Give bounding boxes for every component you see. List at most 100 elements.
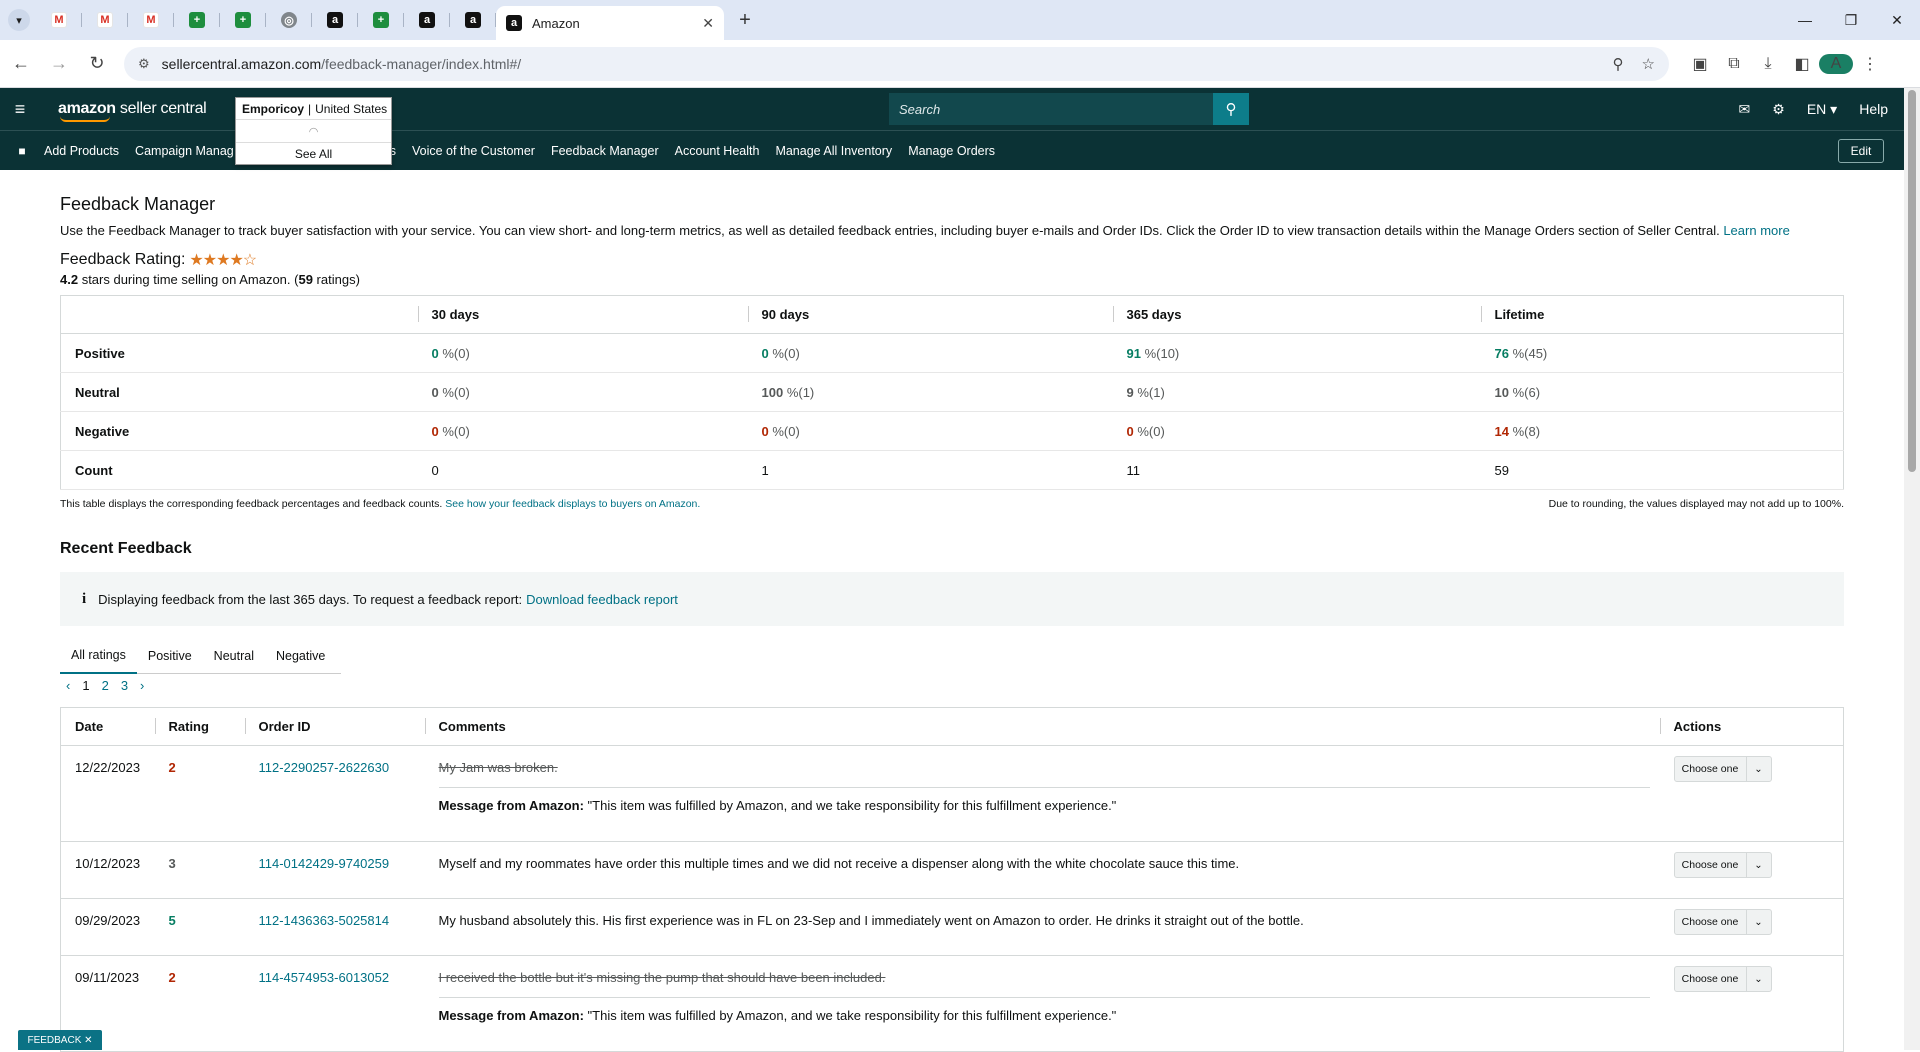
feedback-comment-cell: My husband absolutely this. His first ex… xyxy=(424,898,1660,956)
tab-positive[interactable]: Positive xyxy=(137,638,203,674)
feedback-col-header: Order ID xyxy=(244,707,425,746)
browser-menu-icon[interactable]: ⋮ xyxy=(1853,54,1887,74)
edit-nav-button[interactable]: Edit xyxy=(1838,139,1884,163)
tab-search-chevron-icon[interactable]: ▾ xyxy=(8,9,30,31)
metrics-count: %(6) xyxy=(1508,384,1541,400)
header-right-tools: ✉ ⚙ EN ▾ Help xyxy=(1739,88,1888,130)
metrics-cell: 0 %(0) xyxy=(417,372,748,412)
choose-one-dropdown[interactable]: Choose one ⌄ xyxy=(1673,966,1772,992)
learn-more-link[interactable]: Learn more xyxy=(1723,223,1789,238)
seller-central-logo[interactable]: amazon seller central xyxy=(58,100,207,122)
close-tab-icon[interactable]: ✕ xyxy=(702,15,714,32)
order-id-link[interactable]: 114-4574953-6013052 xyxy=(259,970,390,985)
pinned-tab[interactable]: a xyxy=(404,0,450,40)
back-arrow-icon[interactable]: ← xyxy=(4,53,38,74)
pinned-tab[interactable]: M xyxy=(36,0,82,40)
forward-arrow-icon[interactable]: → xyxy=(42,53,76,74)
search-input[interactable] xyxy=(889,93,1213,125)
omnibox[interactable]: ⚙ sellercentral.amazon.com/feedback-mana… xyxy=(124,46,1669,81)
account-current[interactable]: Emporicoy | United States xyxy=(236,98,391,120)
star-filled-icon: ★ xyxy=(202,252,217,269)
mail-icon[interactable]: ✉ xyxy=(1739,101,1751,118)
feedback-comment: I received the bottle but it's missing t… xyxy=(438,970,886,985)
tab-all-ratings[interactable]: All ratings xyxy=(60,638,137,674)
feedback-widget-tab[interactable]: FEEDBACK ✕ xyxy=(18,1030,102,1050)
pinned-tab[interactable]: M xyxy=(82,0,128,40)
language-selector[interactable]: EN ▾ xyxy=(1807,101,1837,118)
pinned-tab[interactable]: + xyxy=(358,0,404,40)
side-panel-icon[interactable]: ◧ xyxy=(1785,54,1819,74)
search-icon[interactable]: ⚲ xyxy=(1213,93,1249,125)
nav-account-health[interactable]: Account Health xyxy=(675,144,760,158)
pinned-tab[interactable]: a xyxy=(312,0,358,40)
metrics-cell: 91 %(10) xyxy=(1112,333,1481,373)
extensions-puzzle-icon[interactable]: ⧉ xyxy=(1717,55,1751,73)
page-link[interactable]: 2 xyxy=(102,678,109,693)
metrics-value: 100 xyxy=(761,384,784,400)
page-title: Feedback Manager xyxy=(60,194,216,214)
nav-feedback-manager[interactable]: Feedback Manager xyxy=(551,144,659,158)
downloads-icon[interactable]: ⤓ xyxy=(1751,55,1785,73)
nav-campaign-manager[interactable]: Campaign Manag xyxy=(135,144,234,158)
nav-manage-orders[interactable]: Manage Orders xyxy=(908,144,995,158)
feedback-comment: My husband absolutely this. His first ex… xyxy=(438,913,1304,928)
tab-negative[interactable]: Negative xyxy=(265,638,336,674)
profile-avatar[interactable]: A xyxy=(1819,53,1853,74)
choose-one-dropdown[interactable]: Choose one ⌄ xyxy=(1673,852,1772,878)
feedback-rating: 3 xyxy=(154,841,245,899)
metrics-cell: 0 %(0) xyxy=(747,411,1113,451)
gear-icon[interactable]: ⚙ xyxy=(1772,101,1785,118)
page-link[interactable]: 3 xyxy=(121,678,128,693)
metrics-cell: 14 %(8) xyxy=(1480,411,1844,451)
active-tab[interactable]: a Amazon ✕ xyxy=(496,6,724,40)
bookmark-icon[interactable]: ■ xyxy=(0,144,44,158)
see-all-link[interactable]: See All xyxy=(236,142,391,164)
help-link[interactable]: Help xyxy=(1859,101,1888,117)
metrics-row: Count 0 1 11 59 xyxy=(60,450,1844,490)
order-id-link[interactable]: 114-0142429-9740259 xyxy=(259,856,390,871)
page-link[interactable]: 1 xyxy=(82,678,89,693)
metrics-value: 91 xyxy=(1126,345,1141,361)
info-banner: i Displaying feedback from the last 365 … xyxy=(60,572,1844,626)
bookmark-star-icon[interactable]: ☆ xyxy=(1642,55,1655,73)
nav-add-products[interactable]: Add Products xyxy=(44,144,119,158)
pinned-tab[interactable]: M xyxy=(128,0,174,40)
minimize-icon[interactable]: — xyxy=(1782,12,1828,29)
account-switcher-dropdown[interactable]: Emporicoy | United States ◠ See All xyxy=(235,97,392,165)
new-tab-plus-icon[interactable]: + xyxy=(730,9,760,32)
zoom-icon[interactable]: ⚲ xyxy=(1613,55,1624,73)
pinned-tab[interactable]: ◎ xyxy=(266,0,312,40)
page-scrollbar[interactable] xyxy=(1904,88,1920,1050)
nav-manage-all-inventory[interactable]: Manage All Inventory xyxy=(775,144,892,158)
choose-one-dropdown[interactable]: Choose one ⌄ xyxy=(1673,756,1772,782)
next-page-chevron-icon[interactable]: › xyxy=(140,678,144,693)
reload-icon[interactable]: ↻ xyxy=(80,53,114,74)
tab-neutral[interactable]: Neutral xyxy=(203,638,265,674)
table-row: 12/22/2023 2 112-2290257-2622630 My Jam was… xyxy=(60,745,1844,842)
order-id-link[interactable]: 112-2290257-2622630 xyxy=(259,760,390,775)
close-window-icon[interactable]: ✕ xyxy=(1874,12,1920,29)
actions-cell: Choose one ⌄ xyxy=(1659,955,1844,1052)
hamburger-menu-icon[interactable]: ≡ xyxy=(0,99,40,120)
pinned-tab[interactable]: + xyxy=(174,0,220,40)
download-report-link[interactable]: Download feedback report xyxy=(526,592,678,607)
metrics-value: 10 xyxy=(1494,384,1509,400)
active-tab-title: Amazon xyxy=(532,15,580,31)
metrics-count: %(1) xyxy=(783,384,815,400)
extension-off-icon[interactable]: ▣ xyxy=(1683,54,1717,74)
site-info-icon[interactable]: ⚙ xyxy=(138,56,150,72)
url-text[interactable]: sellercentral.amazon.com/feedback-manage… xyxy=(162,56,1595,72)
order-id-link[interactable]: 112-1436363-5025814 xyxy=(259,913,390,928)
choose-one-dropdown[interactable]: Choose one ⌄ xyxy=(1673,909,1772,935)
buyer-display-link[interactable]: See how your feedback displays to buyers… xyxy=(445,498,700,510)
rating-value: 2 xyxy=(168,760,176,775)
feedback-rating: 2 xyxy=(154,745,245,842)
metrics-row: Positive 0 %(0) 0 %(0) 91 %(10) 76 %(45) xyxy=(60,333,1844,373)
prev-page-chevron-icon[interactable]: ‹ xyxy=(66,678,70,693)
scrollbar-thumb[interactable] xyxy=(1908,90,1916,472)
pinned-tab[interactable]: a xyxy=(450,0,496,40)
nav-voice-of-customer[interactable]: Voice of the Customer xyxy=(412,144,535,158)
restore-icon[interactable]: ❐ xyxy=(1828,12,1874,29)
pinned-tab[interactable]: + xyxy=(220,0,266,40)
choose-one-label: Choose one xyxy=(1675,967,1747,991)
